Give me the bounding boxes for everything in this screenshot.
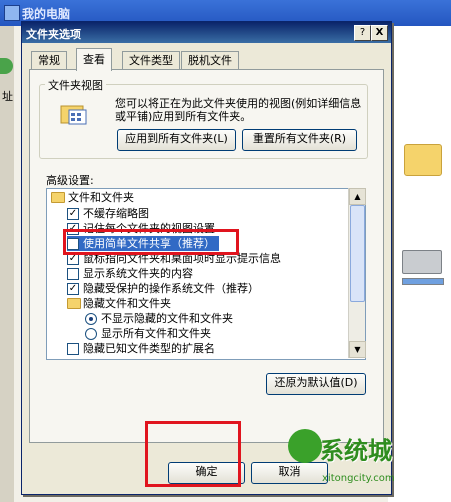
folder-options-dialog: 文件夹选项 ? X 常规 查看 文件类型 脱机文件 文件夹视图 您可以将正在为此… bbox=[21, 21, 392, 495]
radio-selected[interactable] bbox=[85, 313, 97, 325]
tab-file-types[interactable]: 文件类型 bbox=[122, 51, 180, 70]
checkbox-unchecked[interactable] bbox=[67, 238, 79, 250]
folder-icon bbox=[51, 192, 65, 203]
checkbox-checked[interactable]: ✓ bbox=[67, 208, 79, 220]
address-label: 址 bbox=[2, 90, 13, 103]
tab-view[interactable]: 查看 bbox=[76, 48, 112, 71]
restore-defaults-button[interactable]: 还原为默认值(D) bbox=[266, 373, 366, 395]
tab-general[interactable]: 常规 bbox=[31, 51, 67, 70]
folder-icon bbox=[67, 298, 81, 309]
reset-all-folders-button[interactable]: 重置所有文件夹(R) bbox=[242, 129, 357, 151]
dialog-title-bar[interactable]: 文件夹选项 ? X bbox=[22, 22, 391, 43]
drive-icon[interactable] bbox=[402, 250, 442, 274]
checkbox-checked[interactable]: ✓ bbox=[67, 283, 79, 295]
tab-offline-files[interactable]: 脱机文件 bbox=[181, 51, 239, 70]
drive-usage-bar bbox=[402, 278, 444, 285]
apply-to-all-folders-button[interactable]: 应用到所有文件夹(L) bbox=[117, 129, 236, 151]
help-button[interactable]: ? bbox=[354, 25, 371, 41]
checkbox-unchecked[interactable] bbox=[67, 343, 79, 355]
windows-logo-icon bbox=[288, 429, 322, 463]
list-item-simple-file-sharing[interactable]: 使用简单文件共享（推荐） bbox=[67, 236, 219, 251]
computer-icon bbox=[4, 5, 20, 21]
scrollbar-thumb[interactable] bbox=[350, 205, 365, 302]
advanced-settings-list[interactable]: 文件和文件夹 ✓ 不缓存缩略图 ✓ 记住每个文件夹的视图设置 使用简单文件共享（… bbox=[46, 188, 366, 360]
explorer-title: 我的电脑 bbox=[22, 7, 71, 21]
folder-views-description: 您可以将正在为此文件夹使用的视图(例如详细信息或平铺)应用到所有文件夹。 bbox=[115, 97, 362, 123]
checkbox-checked[interactable]: ✓ bbox=[67, 253, 79, 265]
checkbox-checked[interactable]: ✓ bbox=[67, 223, 79, 235]
dialog-title: 文件夹选项 bbox=[26, 28, 81, 41]
list-scrollbar[interactable]: ▲ ▼ bbox=[348, 188, 366, 358]
ok-button[interactable]: 确定 bbox=[168, 462, 245, 484]
checkbox-unchecked[interactable] bbox=[67, 268, 79, 280]
folder-views-legend: 文件夹视图 bbox=[45, 77, 106, 93]
watermark-text: 系统城 bbox=[320, 437, 392, 465]
scroll-up-arrow-icon[interactable]: ▲ bbox=[349, 188, 366, 205]
folder-views-icon bbox=[60, 105, 87, 125]
scroll-down-arrow-icon[interactable]: ▼ bbox=[349, 341, 366, 358]
watermark-url: xitongcity.com bbox=[322, 473, 395, 484]
close-button[interactable]: X bbox=[371, 25, 388, 41]
radio-unselected[interactable] bbox=[85, 328, 97, 340]
advanced-settings-label: 高级设置: bbox=[46, 174, 94, 187]
folder-icon[interactable] bbox=[404, 144, 442, 176]
site-watermark: 系统城 xitongcity.com bbox=[288, 425, 448, 497]
